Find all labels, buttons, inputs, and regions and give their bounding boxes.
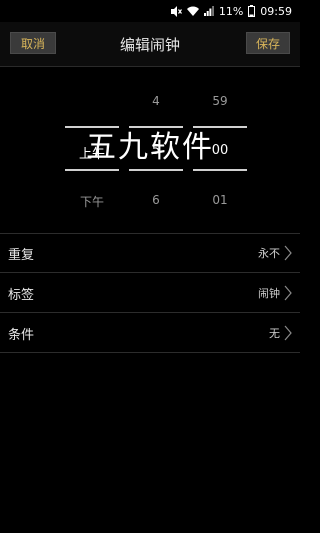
alarm-edit-screen: 11% 09:59 取消 编辑闹钟 保存 上午 下午 4 5 6 59 00 0… [0,0,300,533]
signal-icon [203,6,214,16]
time-picker: 上午 下午 4 5 6 59 00 01 [0,67,300,227]
selection-line-bottom [65,169,119,171]
status-bar: 11% 09:59 [0,0,300,22]
minute-above: 59 [212,94,228,108]
ampm-wheel[interactable]: 上午 下午 [62,67,122,227]
setting-label: 标签 [8,287,35,303]
ampm-below: 下午 [79,195,104,209]
save-button[interactable]: 保存 [246,32,290,54]
setting-label: 重复 [8,247,35,263]
minute-wheel[interactable]: 59 00 01 [190,67,250,227]
hour-below: 6 [152,193,160,207]
setting-value: 永不 [258,247,280,260]
hour-above: 4 [152,94,160,108]
battery-percent: 11% [218,4,244,18]
ampm-selected: 上午 [78,147,105,162]
chevron-right-icon [284,325,292,341]
hour-wheel[interactable]: 4 5 6 [126,67,186,227]
selection-line-bottom [129,169,183,171]
selection-line-bottom [193,169,247,171]
settings-list: 重复 永不 标签 闹钟 条件 无 [0,233,300,353]
chevron-right-icon [284,245,292,261]
mute-icon [170,5,182,17]
wifi-icon [186,6,199,16]
selection-line-top [129,126,183,128]
setting-label: 条件 [8,327,35,343]
setting-row-condition[interactable]: 条件 无 [0,313,300,353]
selection-line-top [193,126,247,128]
setting-row-repeat[interactable]: 重复 永不 [0,233,300,273]
status-time: 09:59 [260,4,292,18]
battery-icon [248,5,256,17]
setting-value: 闹钟 [258,287,280,300]
hour-selected: 5 [151,143,161,158]
chevron-right-icon [284,285,292,301]
selection-line-top [65,126,119,128]
title-bar: 取消 编辑闹钟 保存 [0,22,300,67]
minute-selected: 00 [211,143,229,158]
setting-value: 无 [269,327,280,340]
minute-below: 01 [212,193,228,207]
setting-row-label[interactable]: 标签 闹钟 [0,273,300,313]
